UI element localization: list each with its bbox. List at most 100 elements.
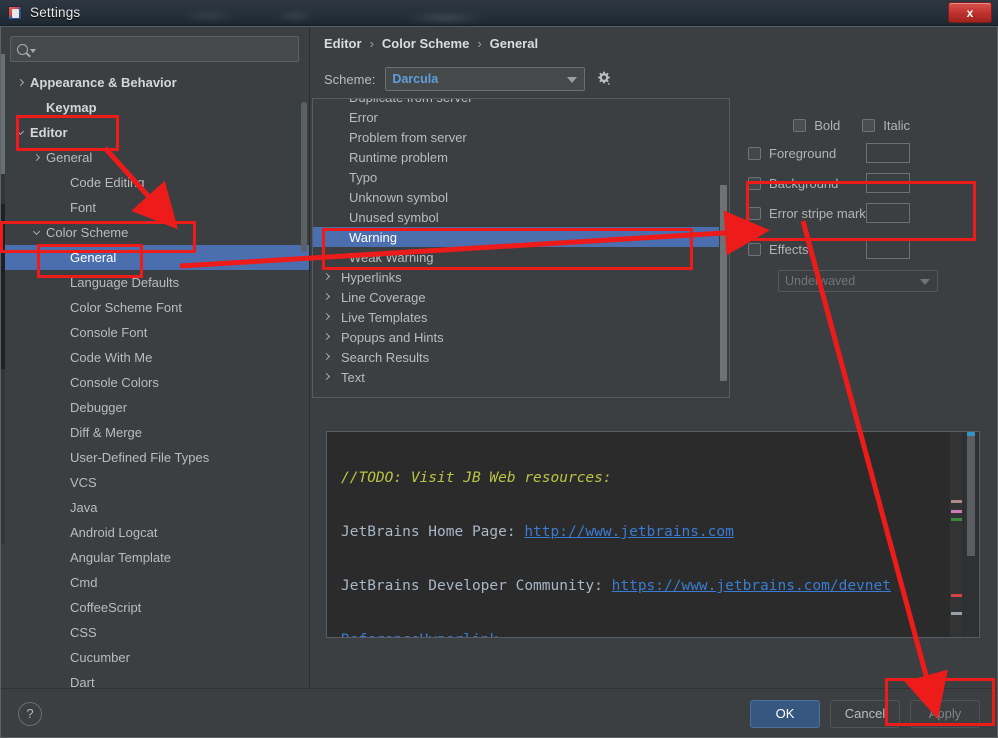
settings-tree[interactable]: Appearance & Behavior Keymap Editor General… xyxy=(0,68,309,688)
background-checkbox[interactable] xyxy=(748,176,761,190)
attribute-item-label: Warning xyxy=(349,229,397,245)
attribute-item-popups-and-hints[interactable]: Popups and Hints xyxy=(313,327,729,347)
sidebar-item-css[interactable]: CSS xyxy=(0,620,309,645)
sidebar-item-code-editing[interactable]: Code Editing xyxy=(0,170,309,195)
scheme-select[interactable]: Darcula xyxy=(385,67,586,91)
sidebar-item-general[interactable]: General xyxy=(0,245,309,270)
sidebar-item-java[interactable]: Java xyxy=(0,495,309,520)
preview-line3-link[interactable]: https://www.jetbrains.com/devnet xyxy=(612,578,891,594)
bold-checkbox-wrap[interactable]: Bold xyxy=(793,118,840,133)
sidebar-item-console-font[interactable]: Console Font xyxy=(0,320,309,345)
sidebar-item-cucumber[interactable]: Cucumber xyxy=(0,645,309,670)
background-color-swatch[interactable] xyxy=(866,173,910,193)
italic-checkbox[interactable] xyxy=(862,118,876,132)
sidebar-item-debugger[interactable]: Debugger xyxy=(0,395,309,420)
attribute-item-problem-from-server[interactable]: Problem from server xyxy=(313,127,729,147)
attribute-item-weak-warning[interactable]: Weak Warning xyxy=(313,247,729,267)
attribute-item-line-coverage[interactable]: Line Coverage xyxy=(313,287,729,307)
sidebar-item-dart[interactable]: Dart xyxy=(0,670,309,688)
attribute-item-search-results[interactable]: Search Results xyxy=(313,347,729,367)
sidebar-item-label: Color Scheme Font xyxy=(70,300,182,315)
breadcrumb-color-scheme[interactable]: Color Scheme xyxy=(382,36,469,51)
sidebar-item-label: CoffeeScript xyxy=(70,600,142,615)
attribute-item-text[interactable]: Text xyxy=(313,367,729,387)
sidebar-item-label: User-Defined File Types xyxy=(70,450,210,465)
sidebar-item-code-with-me[interactable]: Code With Me xyxy=(0,345,309,370)
search-box[interactable] xyxy=(10,36,299,62)
sidebar-item-label: Color Scheme xyxy=(46,225,129,240)
breadcrumb-general[interactable]: General xyxy=(490,36,538,51)
scrollbar-thumb[interactable] xyxy=(0,54,5,174)
sidebar-item-editor[interactable]: Editor xyxy=(0,120,309,145)
sidebar-item-angular-template[interactable]: Angular Template xyxy=(0,545,309,570)
bold-checkbox[interactable] xyxy=(793,118,807,132)
sidebar-item-label: VCS xyxy=(70,475,97,490)
attribute-item-warning[interactable]: Warning xyxy=(313,227,729,247)
sidebar-item-console-colors[interactable]: Console Colors xyxy=(0,370,309,395)
ok-button[interactable]: OK xyxy=(750,699,820,728)
sidebar-item-android-logcat[interactable]: Android Logcat xyxy=(0,520,309,545)
scrollbar-thumb[interactable] xyxy=(301,102,307,252)
sidebar-item-label: Font xyxy=(70,200,97,215)
sidebar-item-diff-merge[interactable]: Diff & Merge xyxy=(0,420,309,445)
sidebar-item-user-defined-file-types[interactable]: User-Defined File Types xyxy=(0,445,309,470)
sidebar-item-coffeescript[interactable]: CoffeeScript xyxy=(0,595,309,620)
stripe-marker[interactable] xyxy=(951,500,962,503)
scrollbar-thumb[interactable] xyxy=(720,185,727,381)
gear-icon[interactable] xyxy=(595,70,613,88)
italic-checkbox-wrap[interactable]: Italic xyxy=(862,118,910,133)
sidebar-scrollbar[interactable] xyxy=(301,62,307,582)
error-stripe-row: Error stripe mark xyxy=(748,198,938,228)
color-attributes-tree[interactable]: Duplicate from server Error Problem from s… xyxy=(312,98,730,398)
help-icon[interactable]: ? xyxy=(18,701,42,726)
attribute-item-live-templates[interactable]: Live Templates xyxy=(313,307,729,327)
color-preview-pane[interactable]: //TODO: Visit JB Web resources: JetBrain… xyxy=(326,431,980,638)
sidebar-outer-scrollbar[interactable] xyxy=(0,54,5,544)
error-stripe-color-swatch[interactable] xyxy=(866,203,910,223)
foreground-checkbox[interactable] xyxy=(748,146,761,160)
jetbrains-icon xyxy=(8,5,22,20)
sidebar-item-cmd[interactable]: Cmd xyxy=(0,570,309,595)
sidebar-item-color-scheme[interactable]: Color Scheme xyxy=(0,220,309,245)
error-stripe-checkbox[interactable] xyxy=(748,206,761,220)
window-title-bar: Settings x xyxy=(0,0,998,26)
effects-checkbox[interactable] xyxy=(748,242,761,256)
scrollbar-thumb[interactable] xyxy=(967,436,975,556)
apply-button[interactable]: Apply xyxy=(910,699,980,728)
attribute-item-label: Text xyxy=(341,369,365,385)
sidebar-item-appearance-behavior[interactable]: Appearance & Behavior xyxy=(0,70,309,95)
attributes-scrollbar[interactable] xyxy=(719,99,728,397)
attribute-item-unused-symbol[interactable]: Unused symbol xyxy=(313,207,729,227)
error-stripe-strip[interactable] xyxy=(950,432,963,637)
stripe-marker[interactable] xyxy=(951,510,962,513)
effects-type-select[interactable]: Underwaved xyxy=(778,270,938,292)
search-input[interactable] xyxy=(36,42,292,56)
effects-color-swatch[interactable] xyxy=(866,239,910,259)
dialog-footer: ? OK Cancel Apply xyxy=(0,688,998,738)
breadcrumb-editor[interactable]: Editor xyxy=(324,36,362,51)
preview-reference-hyperlink[interactable]: ReferenceHyperlink xyxy=(341,632,498,637)
preview-line2-link[interactable]: http://www.jetbrains.com xyxy=(524,524,734,540)
sidebar-item-label: Angular Template xyxy=(70,550,171,565)
sidebar-item-font[interactable]: Font xyxy=(0,195,309,220)
cancel-button[interactable]: Cancel xyxy=(830,699,900,728)
sidebar-item-color-scheme-font[interactable]: Color Scheme Font xyxy=(0,295,309,320)
sidebar-item-general[interactable]: General xyxy=(0,145,309,170)
stripe-marker[interactable] xyxy=(951,594,962,597)
attribute-item-error[interactable]: Error xyxy=(313,107,729,127)
sidebar-item-label: Cucumber xyxy=(70,650,130,665)
attribute-item-runtime-problem[interactable]: Runtime problem xyxy=(313,147,729,167)
stripe-marker[interactable] xyxy=(951,612,962,615)
foreground-color-swatch[interactable] xyxy=(866,143,910,163)
attribute-item-typo[interactable]: Typo xyxy=(313,167,729,187)
sidebar-item-keymap[interactable]: Keymap xyxy=(0,95,309,120)
preview-scrollbar[interactable] xyxy=(964,432,978,637)
stripe-marker[interactable] xyxy=(951,518,962,521)
attribute-item-hyperlinks[interactable]: Hyperlinks xyxy=(313,267,729,287)
attribute-item-duplicate-from-server[interactable]: Duplicate from server xyxy=(313,99,729,107)
close-icon[interactable]: x xyxy=(948,2,992,23)
sidebar-item-language-defaults[interactable]: Language Defaults xyxy=(0,270,309,295)
color-attributes-list[interactable]: Duplicate from server Error Problem from s… xyxy=(313,99,729,387)
attribute-item-unknown-symbol[interactable]: Unknown symbol xyxy=(313,187,729,207)
sidebar-item-vcs[interactable]: VCS xyxy=(0,470,309,495)
